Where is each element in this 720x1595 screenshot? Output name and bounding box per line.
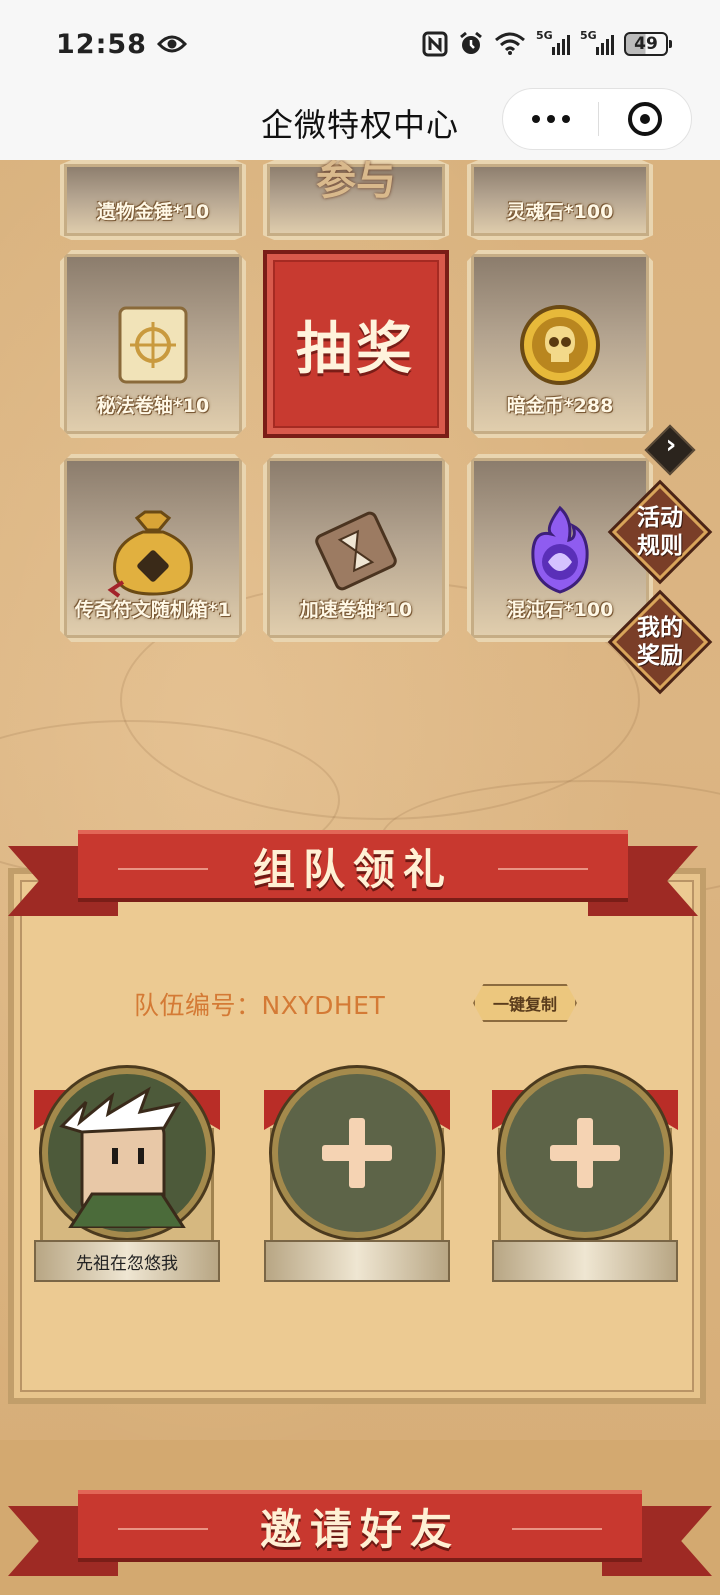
invite-banner-title: 邀请好友 — [259, 1504, 460, 1554]
chevron-right-icon: › — [665, 430, 677, 460]
prize-tile: 传奇符文随机箱*1 — [60, 454, 246, 642]
copy-team-id-button[interactable]: 一键复制 — [473, 984, 577, 1022]
activity-rules-button[interactable]: 活动 规则 — [611, 483, 709, 581]
add-member-button[interactable] — [272, 1068, 442, 1238]
nfc-icon — [422, 31, 448, 57]
plus-icon — [322, 1118, 392, 1188]
add-member-button[interactable] — [500, 1068, 670, 1238]
alarm-icon — [458, 31, 484, 57]
draw-lottery-button[interactable]: 抽奖 — [263, 250, 449, 438]
prize-tile: 参与 — [263, 160, 449, 240]
purple-flame-icon — [515, 504, 605, 602]
member-name — [264, 1240, 450, 1282]
skull-coin-icon — [515, 300, 605, 394]
capsule-menu — [502, 88, 692, 150]
clock: 12:58 — [56, 28, 147, 60]
prize-label: 加速卷轴*10 — [299, 599, 413, 621]
plus-icon — [550, 1118, 620, 1188]
team-banner: 组队领礼 — [8, 830, 698, 916]
member-name — [492, 1240, 678, 1282]
prize-label: 遗物金锤*10 — [96, 201, 210, 223]
prize-tile: 灵魂石*100 — [467, 160, 653, 240]
prize-label: 暗金币*288 — [506, 395, 614, 417]
more-dots-icon[interactable] — [503, 115, 598, 123]
team-member-slot: 先祖在忽悠我 — [34, 1068, 220, 1290]
battery-indicator: 49 — [624, 32, 672, 56]
prize-label: 秘法卷轴*10 — [96, 395, 210, 417]
mini-program-title-bar: 企微特权中心 — [0, 88, 720, 160]
status-bar: 12:58 5G 5G 49 — [0, 0, 720, 88]
signal-5g-icon: 5G — [580, 29, 614, 55]
target-close-icon — [628, 102, 662, 136]
gold-bag-icon — [103, 504, 203, 602]
scroll-icon — [108, 300, 198, 394]
prize-label: 灵魂石*100 — [506, 201, 614, 223]
prize-tile: 暗金币*288 — [467, 250, 653, 438]
invite-banner: 邀请好友 — [8, 1490, 712, 1576]
prize-tile: 秘法卷轴*10 — [60, 250, 246, 438]
prize-label: 传奇符文随机箱*1 — [74, 599, 232, 621]
prize-tile: 遗物金锤*10 — [60, 160, 246, 240]
eye-icon — [156, 34, 187, 54]
close-mini-program-button[interactable] — [599, 102, 691, 136]
signal-5g-icon: 5G — [536, 29, 570, 55]
team-banner-title: 组队领礼 — [252, 844, 453, 894]
team-member-slot — [492, 1068, 678, 1290]
draw-label: 抽奖 — [296, 316, 416, 382]
member-name: 先祖在忽悠我 — [34, 1240, 220, 1282]
my-rewards-button[interactable]: 我的 奖励 — [611, 593, 709, 691]
wifi-icon — [494, 32, 526, 56]
team-member-slot — [264, 1068, 450, 1290]
prize-tile: 加速卷轴*10 — [263, 454, 449, 642]
hourglass-scroll-icon — [306, 504, 406, 602]
avatar — [42, 1068, 212, 1238]
team-id: 队伍编号：NXYDHET — [134, 991, 386, 1020]
